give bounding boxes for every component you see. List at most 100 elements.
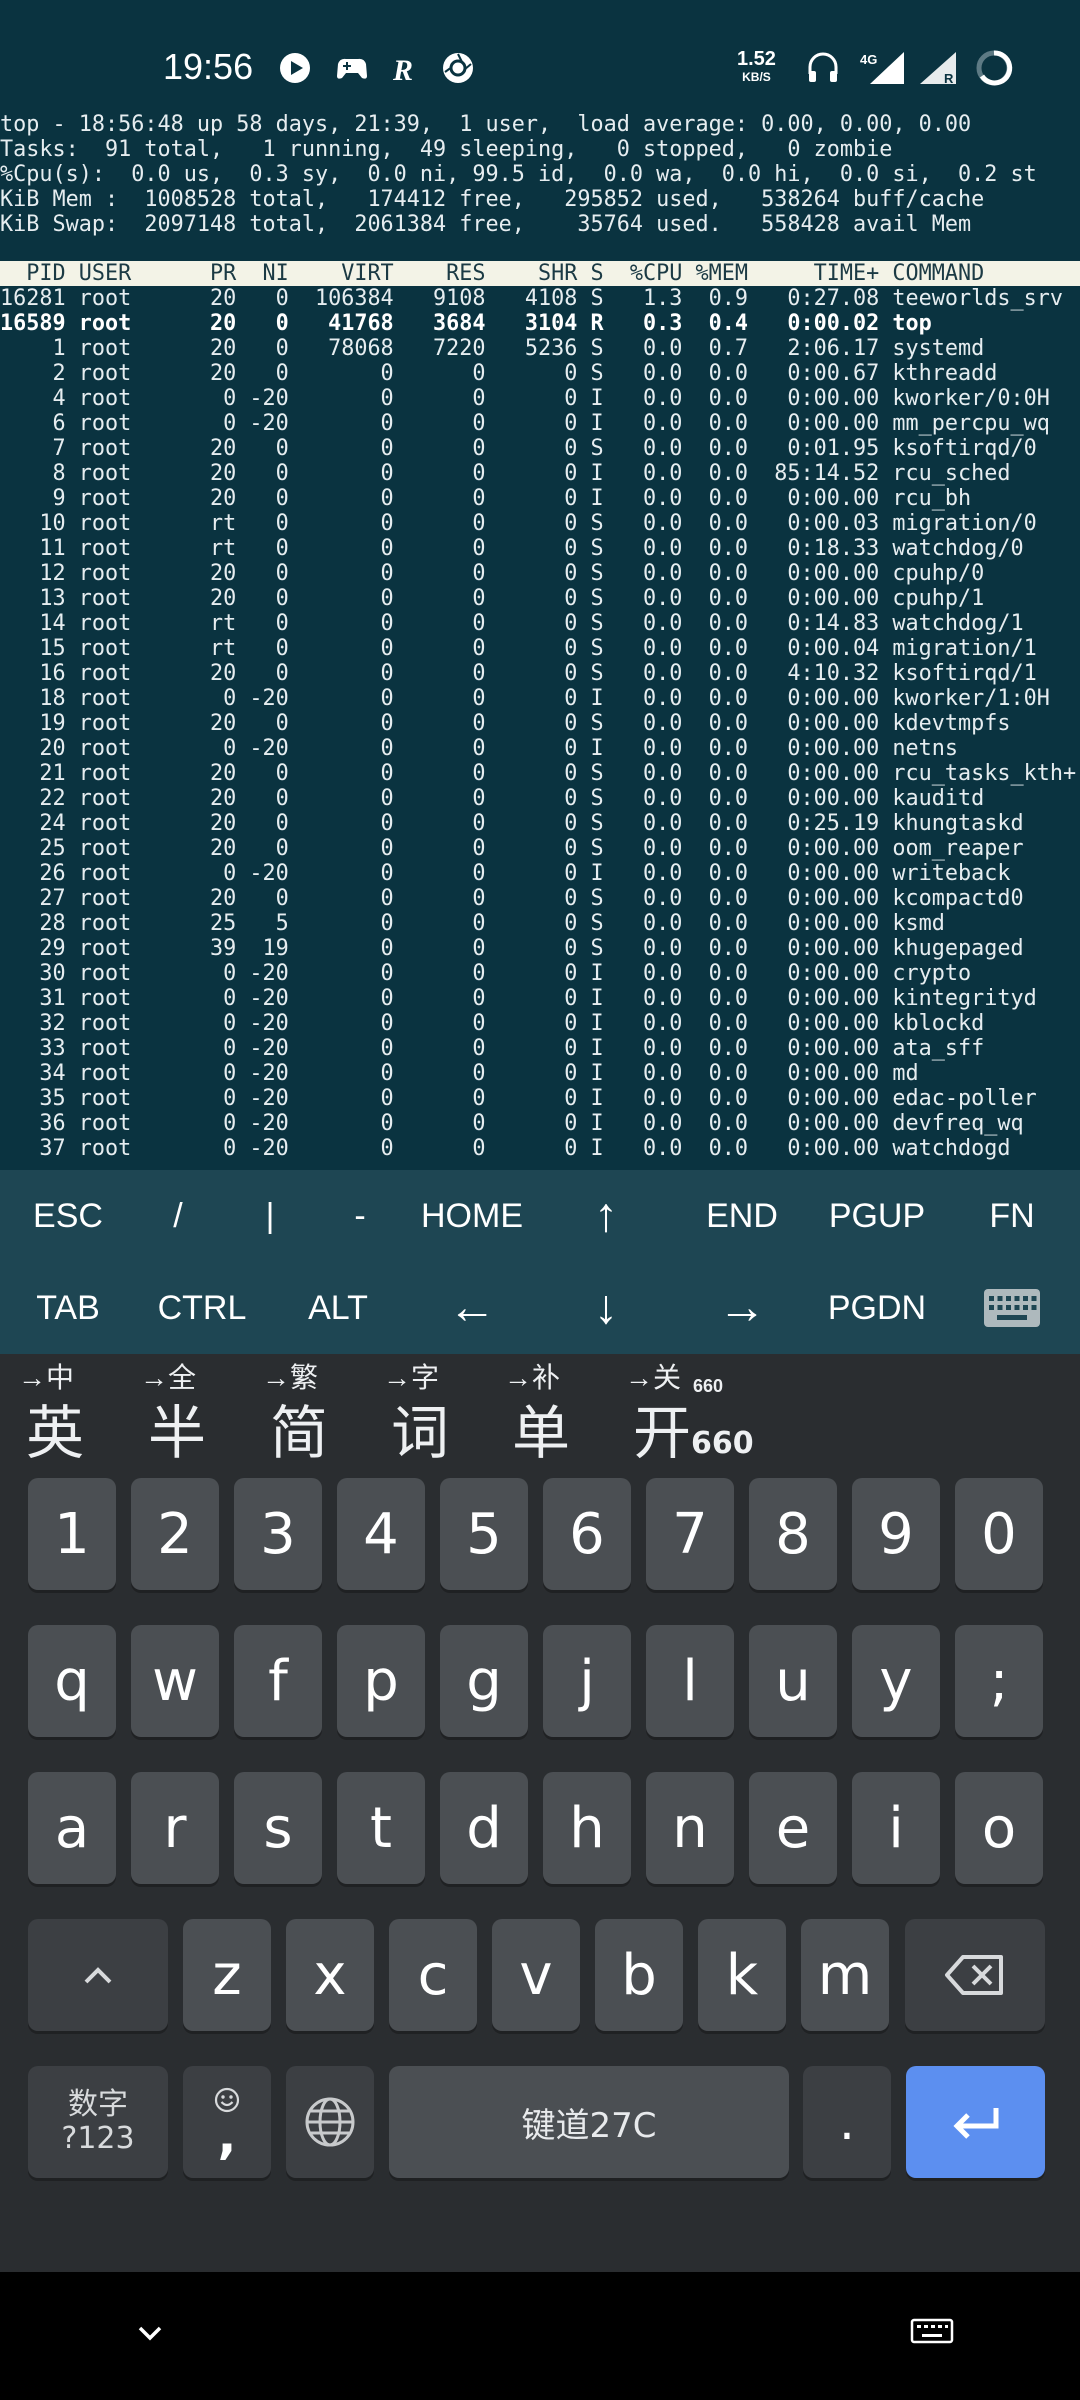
- key-w[interactable]: w: [131, 1625, 219, 1737]
- process-row: 16589 root 20 0 41768 3684 3104 R 0.3 0.…: [0, 311, 932, 336]
- key-j[interactable]: j: [543, 1625, 631, 1737]
- key-2[interactable]: 2: [131, 1478, 219, 1590]
- key-y[interactable]: y: [852, 1625, 940, 1737]
- key-b[interactable]: b: [595, 1919, 683, 2031]
- terminal-output[interactable]: top - 18:56:48 up 58 days, 21:39, 1 user…: [0, 108, 1080, 1168]
- language-key[interactable]: [286, 2066, 374, 2178]
- key-6[interactable]: 6: [543, 1478, 631, 1590]
- chevron-down-icon[interactable]: [133, 2316, 167, 2350]
- arrow-right-key[interactable]: →: [672, 1262, 812, 1354]
- caret-up-icon: [84, 1967, 112, 1984]
- extra-keys-bar: ESC / | - HOME ↑ END PGUP FN TAB CTRL ALT ← ↓ → PGDN: [0, 1170, 1080, 1354]
- alt-key[interactable]: ALT: [268, 1262, 408, 1354]
- key-h[interactable]: h: [543, 1772, 631, 1884]
- key-m[interactable]: m: [801, 1919, 889, 2031]
- headphones-icon: [808, 52, 838, 82]
- process-row: 1 root 20 0 78068 7220 5236 S 0.0 0.7 2:…: [0, 336, 985, 361]
- candidate-text: 英: [26, 1399, 85, 1467]
- top-summary-line: Tasks: 91 total, 1 running, 49 sleeping,…: [0, 137, 893, 162]
- candidate-open[interactable]: →关 660 开660: [625, 1354, 754, 1472]
- process-row: 35 root 0 -20 0 0 0 I 0.0 0.0 0:00.00 ed…: [0, 1086, 1037, 1111]
- process-row: 9 root 20 0 0 0 0 I 0.0 0.0 0:00.00 rcu_…: [0, 486, 972, 511]
- space-key[interactable]: 键道27C: [389, 2066, 789, 2178]
- key-e[interactable]: e: [749, 1772, 837, 1884]
- key-t[interactable]: t: [337, 1772, 425, 1884]
- top-summary-line: %Cpu(s): 0.0 us, 0.3 sy, 0.0 ni, 99.5 id…: [0, 162, 1037, 187]
- key-q[interactable]: q: [28, 1625, 116, 1737]
- ctrl-key[interactable]: CTRL: [132, 1262, 272, 1354]
- candidate-text: 开: [633, 1399, 692, 1467]
- enter-key[interactable]: [906, 2066, 1045, 2178]
- process-row: 15 root rt 0 0 0 0 S 0.0 0.0 0:00.04 mig…: [0, 636, 1037, 661]
- key-n[interactable]: n: [646, 1772, 734, 1884]
- battery-ring-icon: [976, 50, 1013, 86]
- key-0[interactable]: 0: [955, 1478, 1043, 1590]
- candidate-half[interactable]: →全半: [140, 1354, 260, 1472]
- key-3[interactable]: 3: [234, 1478, 322, 1590]
- key-1[interactable]: 1: [28, 1478, 116, 1590]
- process-row: 22 root 20 0 0 0 0 S 0.0 0.0 0:00.00 kau…: [0, 786, 985, 811]
- key-9[interactable]: 9: [852, 1478, 940, 1590]
- key-f[interactable]: f: [234, 1625, 322, 1737]
- key-k[interactable]: k: [698, 1919, 786, 2031]
- key-d[interactable]: d: [440, 1772, 528, 1884]
- pgdn-key[interactable]: PGDN: [807, 1262, 947, 1354]
- process-row: 29 root 39 19 0 0 0 S 0.0 0.0 0:00.00 kh…: [0, 936, 1024, 961]
- process-row: 6 root 0 -20 0 0 0 I 0.0 0.0 0:00.00 mm_…: [0, 411, 1050, 436]
- process-row: 4 root 0 -20 0 0 0 I 0.0 0.0 0:00.00 kwo…: [0, 386, 1050, 411]
- keyboard-switch-icon[interactable]: [910, 2318, 954, 2348]
- candidate-english[interactable]: →中英: [18, 1354, 138, 1472]
- key-l[interactable]: l: [646, 1625, 734, 1737]
- key-s[interactable]: s: [234, 1772, 322, 1884]
- symbols-key-label-top: 数字: [68, 2087, 128, 2122]
- media-play-icon: [280, 53, 310, 83]
- candidate-simplified[interactable]: →繁简: [262, 1354, 382, 1472]
- pgup-key[interactable]: PGUP: [807, 1170, 947, 1262]
- process-row: 26 root 0 -20 0 0 0 I 0.0 0.0 0:00.00 wr…: [0, 861, 1011, 886]
- process-row: 14 root rt 0 0 0 0 S 0.0 0.0 0:14.83 wat…: [0, 611, 1024, 636]
- arrow-up-key[interactable]: ↑: [536, 1170, 676, 1262]
- home-key[interactable]: HOME: [402, 1170, 542, 1262]
- network-speed-unit: KB/S: [742, 70, 771, 84]
- roaming-label: R: [944, 71, 954, 86]
- key-a[interactable]: a: [28, 1772, 116, 1884]
- candidate-subscript: 660: [691, 1426, 754, 1461]
- process-row: 32 root 0 -20 0 0 0 I 0.0 0.0 0:00.00 kb…: [0, 1011, 985, 1036]
- comma-key[interactable]: ,: [183, 2066, 271, 2178]
- key-c[interactable]: c: [389, 1919, 477, 2031]
- candidate-word[interactable]: →字词: [383, 1354, 503, 1472]
- candidate-single[interactable]: →补单: [504, 1354, 624, 1472]
- tab-key[interactable]: TAB: [0, 1262, 138, 1354]
- key-v[interactable]: v: [492, 1919, 580, 2031]
- keyboard-icon[interactable]: [983, 1288, 1041, 1328]
- key-o[interactable]: o: [955, 1772, 1043, 1884]
- key-g[interactable]: g: [440, 1625, 528, 1737]
- key-z[interactable]: z: [183, 1919, 271, 2031]
- symbols-key[interactable]: 数字 ?123: [28, 2066, 168, 2178]
- network-speed: 1.52 KB/S: [737, 49, 776, 86]
- shift-key[interactable]: [28, 1919, 168, 2031]
- candidate-text: 半: [148, 1399, 207, 1467]
- end-key[interactable]: END: [672, 1170, 812, 1262]
- key-semicolon[interactable]: ;: [955, 1625, 1043, 1737]
- navigation-bar: [0, 2272, 1080, 2400]
- key-5[interactable]: 5: [440, 1478, 528, 1590]
- arrow-down-key[interactable]: ↓: [536, 1262, 676, 1354]
- key-x[interactable]: x: [286, 1919, 374, 2031]
- game-controller-icon: [337, 58, 367, 79]
- process-row: 36 root 0 -20 0 0 0 I 0.0 0.0 0:00.00 de…: [0, 1111, 1024, 1136]
- process-row: 28 root 25 5 0 0 0 S 0.0 0.0 0:00.00 ksm…: [0, 911, 945, 936]
- key-7[interactable]: 7: [646, 1478, 734, 1590]
- key-i[interactable]: i: [852, 1772, 940, 1884]
- candidate-text: 单: [512, 1399, 571, 1467]
- key-p[interactable]: p: [337, 1625, 425, 1737]
- backspace-key[interactable]: [905, 1919, 1045, 2031]
- arrow-left-key[interactable]: ←: [402, 1262, 542, 1354]
- process-row: 24 root 20 0 0 0 0 S 0.0 0.0 0:25.19 khu…: [0, 811, 1024, 836]
- key-r[interactable]: r: [131, 1772, 219, 1884]
- key-8[interactable]: 8: [749, 1478, 837, 1590]
- key-4[interactable]: 4: [337, 1478, 425, 1590]
- period-key[interactable]: .: [803, 2066, 891, 2178]
- fn-key[interactable]: FN: [942, 1170, 1080, 1262]
- key-u[interactable]: u: [749, 1625, 837, 1737]
